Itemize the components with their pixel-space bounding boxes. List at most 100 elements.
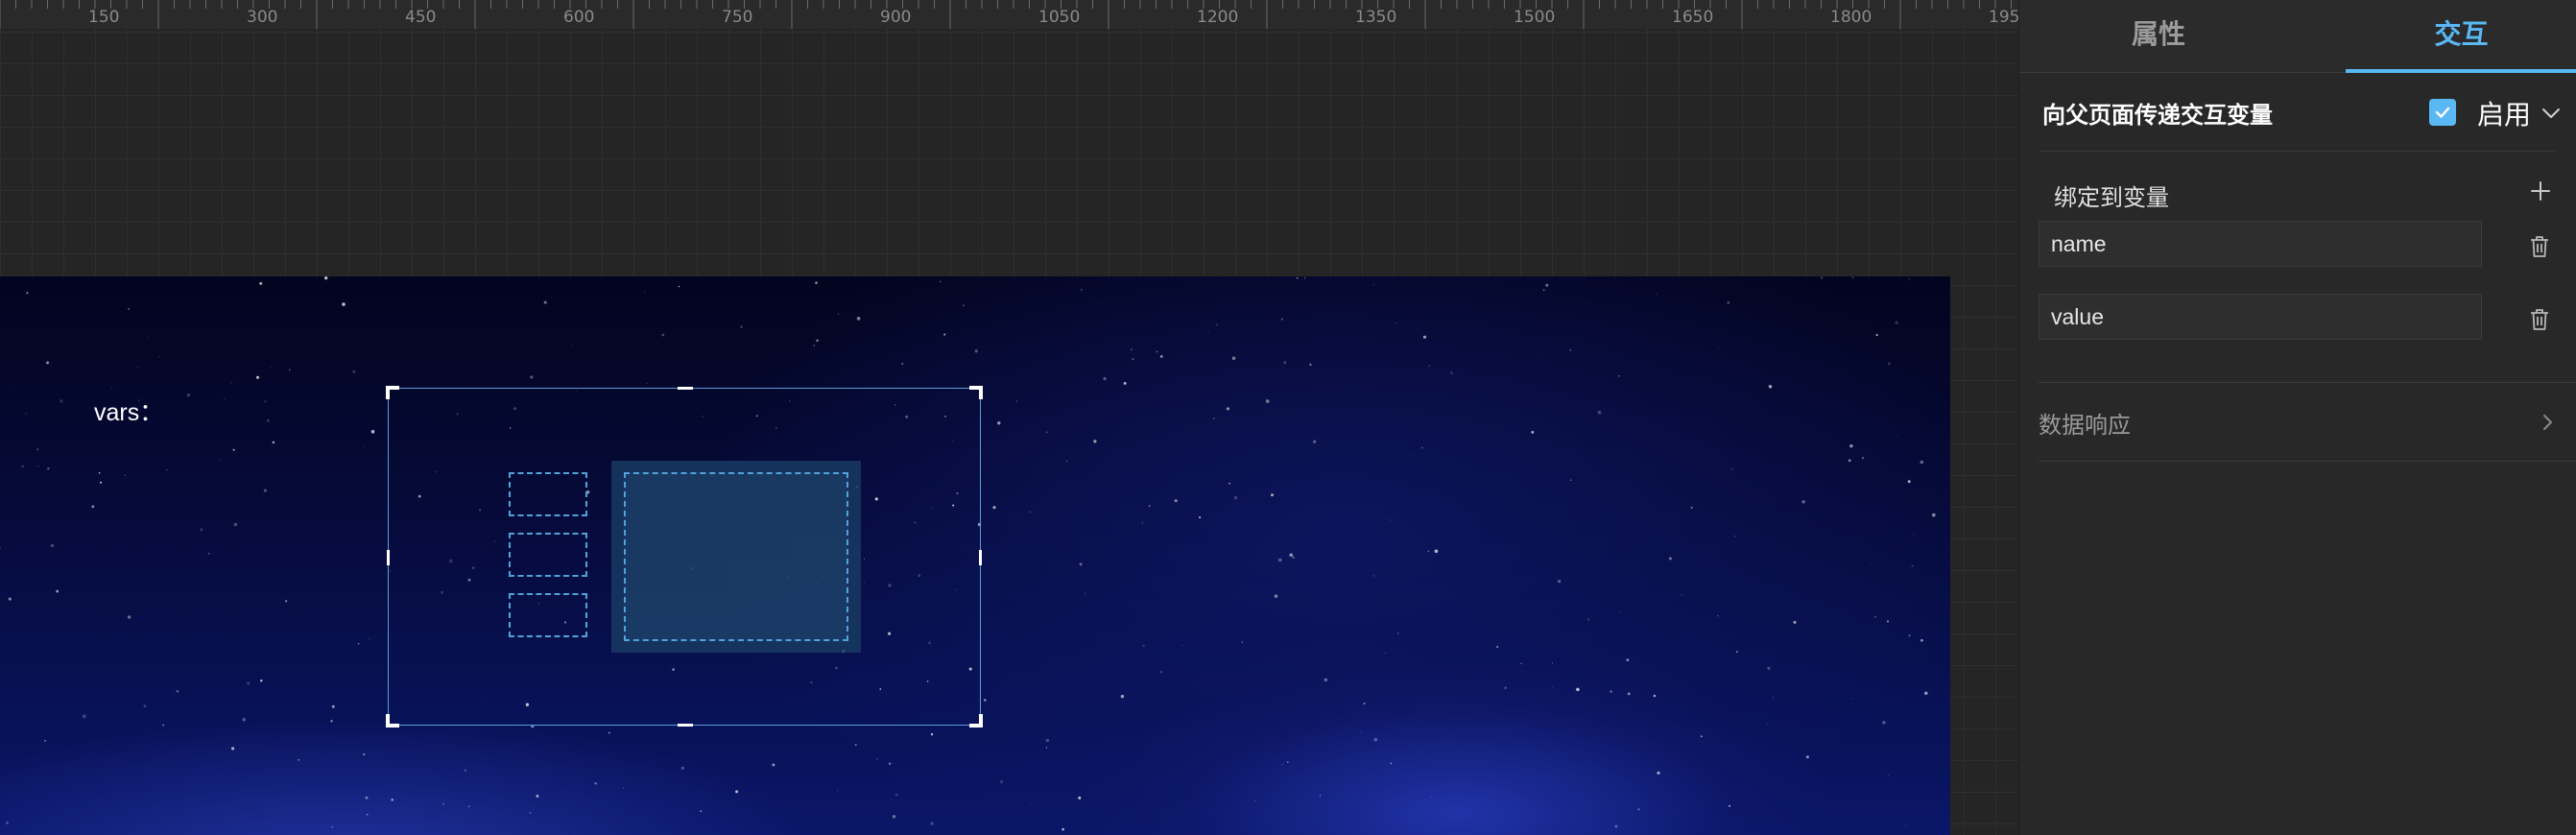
star: [1271, 493, 1274, 497]
star: [1920, 638, 1923, 642]
star: [608, 731, 610, 734]
ruler-label: 600: [563, 8, 595, 27]
star: [331, 825, 334, 828]
star: [166, 468, 168, 471]
star: [1717, 615, 1719, 617]
star: [1287, 761, 1289, 763]
tab-properties[interactable]: 属性: [2043, 0, 2274, 73]
resize-handle-top[interactable]: [678, 387, 693, 390]
vars-text-component[interactable]: vars：: [94, 394, 163, 428]
trash-icon[interactable]: [2528, 234, 2551, 259]
star: [284, 600, 288, 603]
star: [358, 643, 360, 645]
star: [233, 522, 238, 527]
star: [56, 589, 60, 593]
star: [1319, 795, 1321, 797]
star: [36, 448, 39, 451]
star: [200, 528, 203, 532]
star: [1216, 323, 1218, 326]
variable-value-field[interactable]: [2039, 294, 2482, 340]
star: [1207, 331, 1209, 333]
star: [1852, 698, 1854, 700]
design-stage[interactable]: vars：: [0, 276, 1950, 835]
star: [1545, 283, 1549, 287]
star: [100, 481, 103, 484]
canvas-area[interactable]: 150 300 450 600 750 900 1050 1200 1350 1500 1650 18…: [0, 0, 2018, 835]
star: [271, 367, 273, 369]
star: [25, 413, 27, 415]
star: [60, 399, 63, 403]
star: [330, 720, 333, 723]
ruler-label: 1200: [1197, 8, 1239, 27]
star: [1428, 365, 1430, 367]
star: [224, 398, 225, 400]
star: [47, 467, 50, 470]
star: [44, 740, 46, 742]
enable-checkbox[interactable]: [2429, 99, 2456, 126]
star: [984, 699, 987, 702]
star: [1772, 696, 1775, 698]
resize-handle-top-right[interactable]: [969, 386, 983, 399]
selected-component[interactable]: [386, 386, 983, 728]
resize-handle-top-left[interactable]: [386, 386, 399, 399]
star: [464, 769, 466, 772]
star: [735, 790, 739, 794]
star: [1727, 301, 1730, 304]
star: [678, 285, 680, 288]
star: [646, 382, 648, 384]
resize-handle-left[interactable]: [387, 550, 390, 565]
trash-icon[interactable]: [2528, 307, 2551, 332]
variable-name-field[interactable]: [2039, 221, 2482, 267]
star: [1851, 276, 1854, 278]
star: [1597, 410, 1602, 415]
data-response-section[interactable]: 数据响应: [2039, 383, 2576, 462]
plus-icon[interactable]: [2530, 180, 2551, 202]
star: [246, 681, 250, 685]
resize-handle-bottom[interactable]: [678, 724, 693, 727]
tab-interaction[interactable]: 交互: [2346, 0, 2576, 73]
chevron-down-icon[interactable]: [2540, 102, 2563, 125]
checkmark-icon: [2435, 107, 2450, 118]
star: [1434, 549, 1439, 554]
chevron-right-icon[interactable]: [2538, 412, 2557, 433]
star: [369, 637, 370, 640]
star: [1029, 802, 1031, 804]
enable-label[interactable]: 启用: [2477, 94, 2531, 132]
star: [816, 339, 819, 343]
star: [1373, 737, 1378, 742]
star: [150, 768, 152, 770]
star: [1767, 723, 1769, 725]
resize-handle-bottom-left[interactable]: [386, 714, 399, 728]
star: [1189, 490, 1191, 492]
star: [1280, 318, 1283, 321]
star: [1690, 507, 1693, 509]
star: [1254, 800, 1255, 802]
star: [992, 506, 996, 510]
star: [536, 795, 539, 798]
star: [230, 381, 232, 384]
star: [442, 803, 444, 805]
interaction-section-header[interactable]: 向父页面传递交互变量 启用: [2040, 73, 2560, 152]
star: [367, 814, 369, 816]
star: [1908, 278, 1910, 280]
star: [272, 441, 275, 444]
star: [1504, 686, 1508, 690]
star: [6, 822, 9, 824]
star: [1731, 467, 1733, 470]
ruler-label: 900: [880, 8, 912, 27]
resize-handle-bottom-right[interactable]: [969, 714, 983, 728]
resize-handle-right[interactable]: [979, 550, 982, 565]
star: [124, 474, 126, 476]
star: [519, 810, 521, 811]
star: [837, 790, 839, 792]
star: [1363, 703, 1366, 705]
ruler-label: 195: [1989, 8, 2018, 27]
star: [91, 505, 95, 509]
star: [1045, 747, 1048, 749]
star: [1313, 440, 1317, 443]
star: [1557, 579, 1562, 584]
star: [162, 724, 164, 727]
star: [1413, 454, 1415, 456]
star: [930, 822, 934, 825]
star: [1569, 348, 1572, 351]
